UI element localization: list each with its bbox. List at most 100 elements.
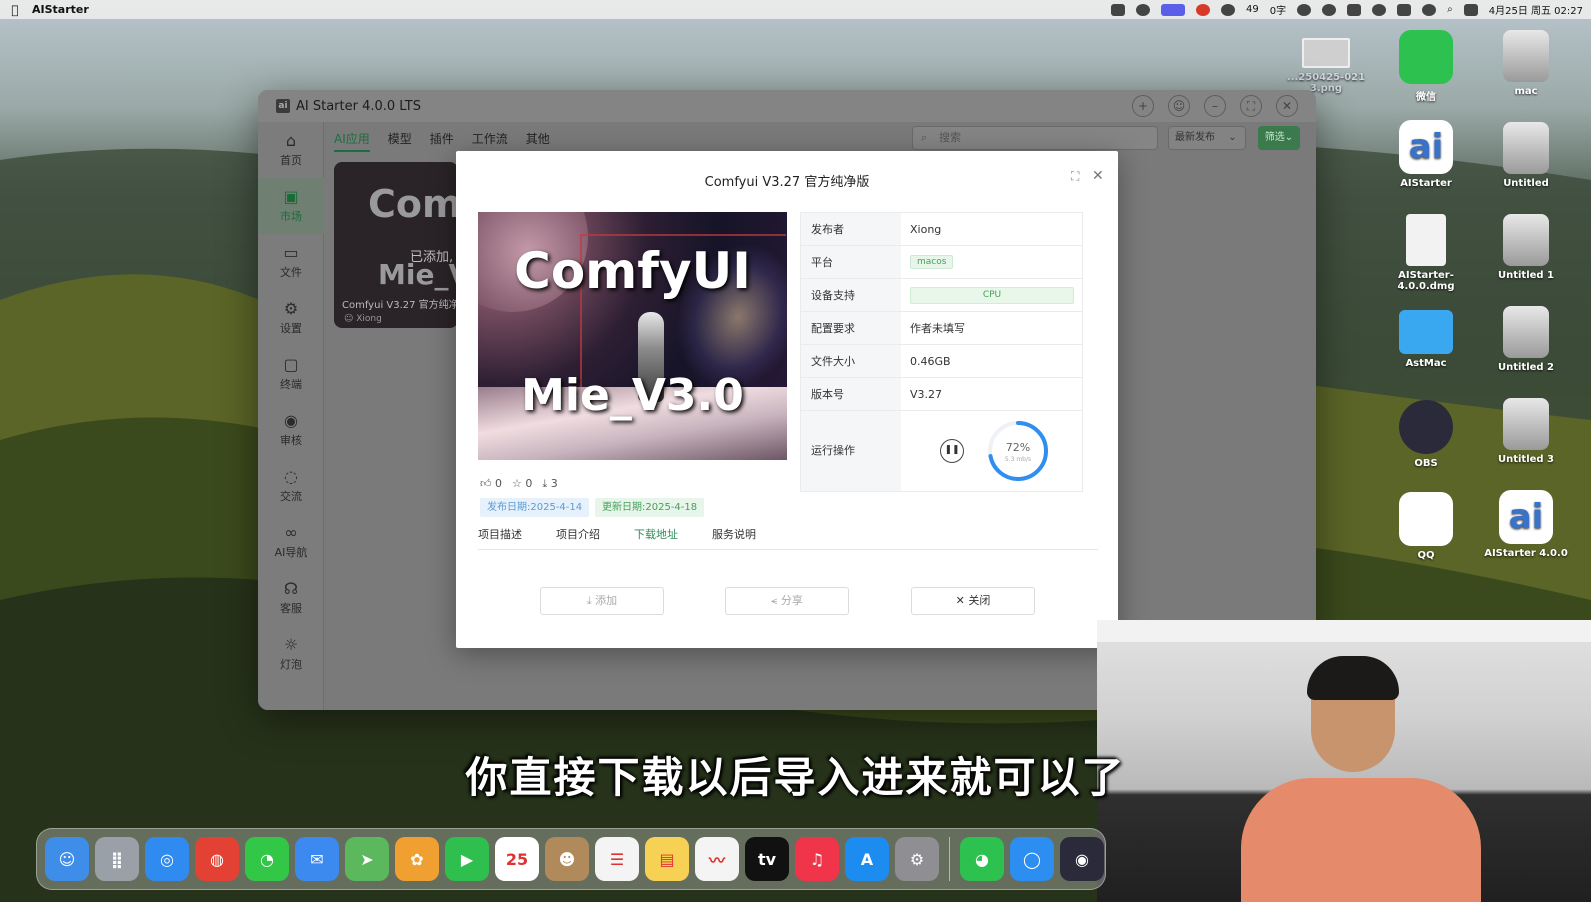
desktop-icon-untitled-2[interactable]: Untitled 2 — [1478, 306, 1574, 373]
desktop-icon-wechat[interactable]: 微信 — [1378, 30, 1474, 103]
search-placeholder: 搜索 — [939, 131, 961, 144]
finder-icon[interactable]: ☺ — [45, 837, 89, 881]
maps-icon[interactable]: ➤ — [345, 837, 389, 881]
status-area: 49 0字 ⌕ 4月25日 周五 02:27 — [1111, 2, 1591, 17]
messages-icon[interactable]: ◔ — [245, 837, 289, 881]
mail-icon[interactable]: ✉ — [295, 837, 339, 881]
apple-icon[interactable]:  — [0, 3, 30, 17]
desktop-icon-qq[interactable]: QQ — [1378, 492, 1474, 561]
desktop-icon-mac[interactable]: mac — [1478, 30, 1574, 97]
notes-icon[interactable]: ▤ — [645, 837, 689, 881]
sidebar-item-terminal[interactable]: ▢ 终端 — [258, 346, 324, 402]
screen-record-icon[interactable] — [1161, 3, 1186, 16]
desktop-icon-label: Untitled — [1503, 178, 1549, 189]
close-icon[interactable]: ✕ — [1092, 168, 1104, 184]
wifi-off-icon[interactable] — [1422, 3, 1437, 16]
maximize-icon[interactable]: ⛶ — [1240, 95, 1262, 117]
sidebar-item-link[interactable]: ∞ AI导航 — [258, 514, 324, 570]
desktop-icon-label: mac — [1514, 86, 1538, 97]
record-status-icon[interactable] — [1196, 3, 1211, 16]
sidebar-item-eye[interactable]: ◉ 审核 — [258, 402, 324, 458]
desktop-icon-dmg[interactable]: AIStarter-4.0.0.dmg — [1378, 214, 1474, 292]
tab-1[interactable]: 模型 — [388, 130, 412, 152]
search-input[interactable]: ⌕ 搜索 — [912, 126, 1158, 150]
minimize-icon[interactable]: – — [1204, 95, 1226, 117]
sidebar-item-bulb[interactable]: ☼ 灯泡 — [258, 626, 324, 682]
microphone-icon[interactable] — [1322, 3, 1337, 16]
desktop-icon-screenshot[interactable]: ...250425-021 3.png — [1278, 38, 1374, 94]
sidebar-item-home[interactable]: ⌂ 首页 — [258, 122, 324, 178]
desktop-icon-label: AstMac — [1405, 358, 1447, 369]
sidebar-item-market[interactable]: ▣ 市场 — [258, 178, 324, 234]
desktop-icon-untitled-1[interactable]: Untitled 1 — [1478, 214, 1574, 281]
aistarter-status-icon[interactable] — [1111, 3, 1126, 16]
tab-3[interactable]: 工作流 — [472, 130, 508, 152]
subtab-1[interactable]: 项目介绍 — [556, 526, 600, 549]
window-titlebar[interactable]: ai AI Starter 4.0.0 LTS + ☺ – ⛶ ✕ — [258, 90, 1316, 122]
search-icon[interactable]: ⌕ — [1447, 4, 1453, 15]
s-status-icon[interactable] — [1397, 3, 1412, 16]
facetime-icon[interactable]: ▶ — [445, 837, 489, 881]
sidebar-item-gear[interactable]: ⚙ 设置 — [258, 290, 324, 346]
sync-status-icon[interactable] — [1136, 3, 1151, 16]
sidebar-item-chat[interactable]: ◌ 交流 — [258, 458, 324, 514]
menu-app-name[interactable]: AIStarter — [32, 3, 89, 16]
tab-2[interactable]: 插件 — [430, 130, 454, 152]
desktop-icon-label: QQ — [1417, 550, 1435, 561]
add-button[interactable]: ⤓ 添加 — [540, 587, 664, 615]
close-icon[interactable]: ✕ — [1276, 95, 1298, 117]
control-center-icon[interactable] — [1463, 3, 1478, 16]
add-icon[interactable]: + — [1132, 95, 1154, 117]
info-row-device: 设备支持 CPU — [801, 279, 1082, 312]
sidebar-item-headset[interactable]: ☊ 客服 — [258, 570, 324, 626]
app-card[interactable]: Com 已添加, Mie_V Comfyui V3.27 官方纯净 ☺ Xion… — [334, 162, 458, 328]
desktop-icon-astmac[interactable]: AstMac — [1378, 310, 1474, 369]
subtab-0[interactable]: 项目描述 — [478, 526, 522, 549]
star-stat[interactable]: ☆ 0 — [512, 477, 532, 491]
desktop-icon-aistarter[interactable]: ai AIStarter — [1378, 120, 1474, 189]
qq-browser-icon[interactable]: ◯ — [1010, 837, 1054, 881]
fullscreen-icon[interactable]: ⛶ — [1071, 169, 1079, 184]
face-status-icon[interactable] — [1297, 3, 1312, 16]
tab-4[interactable]: 其他 — [526, 130, 550, 152]
tab-0[interactable]: AI应用 — [334, 130, 370, 152]
freeform-icon[interactable]: 〰 — [695, 837, 739, 881]
launchpad-icon[interactable]: ⣿ — [95, 837, 139, 881]
sidebar-item-file[interactable]: ▭ 文件 — [258, 234, 324, 290]
desktop-icon-untitled[interactable]: Untitled — [1478, 122, 1574, 189]
wechat-icon — [1399, 30, 1453, 84]
filter-button[interactable]: 筛选⌄ — [1258, 126, 1300, 150]
close-button[interactable]: ✕ 关闭 — [911, 587, 1035, 615]
obs-icon[interactable]: ◉ — [1060, 837, 1104, 881]
refresh-status-icon[interactable] — [1372, 3, 1387, 16]
sidebar-item-label: 灯泡 — [280, 658, 302, 671]
subtab-2[interactable]: 下载地址 — [634, 526, 678, 549]
desktop-icon-obs[interactable]: OBS — [1378, 400, 1474, 469]
info-key: 设备支持 — [801, 279, 901, 311]
subtab-3[interactable]: 服务说明 — [712, 526, 756, 549]
tv-icon[interactable]: tv — [745, 837, 789, 881]
music-icon[interactable]: ♫ — [795, 837, 839, 881]
settings-icon[interactable]: ⚙ — [895, 837, 939, 881]
input-method-icon[interactable] — [1347, 3, 1362, 16]
contacts-icon[interactable]: ☻ — [545, 837, 589, 881]
photos-icon[interactable]: ✿ — [395, 837, 439, 881]
desktop-icon-untitled-3[interactable]: Untitled 3 — [1478, 398, 1574, 465]
share-button[interactable]: ⪪ 分享 — [725, 587, 849, 615]
menu-datetime[interactable]: 4月25日 周五 02:27 — [1489, 2, 1583, 17]
user-icon[interactable]: ☺ — [1168, 95, 1190, 117]
appstore-icon[interactable]: A — [845, 837, 889, 881]
desktop-icon-aistarter-400[interactable]: ai AIStarter 4.0.0 — [1478, 490, 1574, 559]
chrome-icon[interactable]: ◍ — [195, 837, 239, 881]
calendar-icon[interactable]: 25 — [495, 837, 539, 881]
pause-button[interactable]: ❚❚ — [940, 439, 964, 463]
wechat-icon[interactable]: ◕ — [960, 837, 1004, 881]
safari-icon[interactable]: ◎ — [145, 837, 189, 881]
app-detail-modal: Comfyui V3.27 官方纯净版 ⛶ ✕ ComfyUI Mie_V3.0… — [456, 151, 1118, 648]
wechat-status-icon[interactable] — [1221, 3, 1236, 16]
aistarter-icon: ai — [1399, 120, 1453, 174]
presenter-hair — [1307, 656, 1399, 700]
sort-select[interactable]: 最新发布 ⌄ — [1168, 126, 1246, 150]
reminders-icon[interactable]: ☰ — [595, 837, 639, 881]
like-stat[interactable]: 👍︎ 0 — [480, 477, 502, 491]
